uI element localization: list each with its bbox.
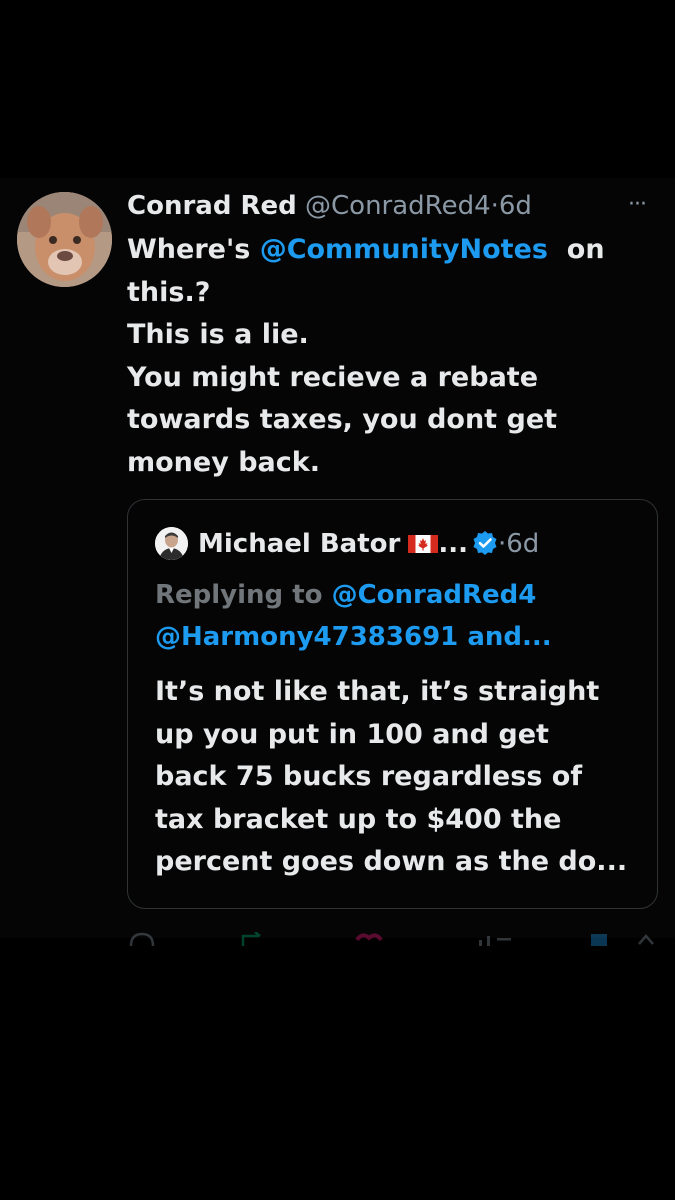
quote-line-5: percent goes down as the do... <box>155 846 628 877</box>
tweet-line-3: This is a lie. <box>127 319 309 350</box>
author-handle[interactable]: @ConradRed4 <box>305 191 491 221</box>
replying-to-label: Replying to <box>155 580 332 610</box>
tweet-line-1: Where's @CommunityNotes on <box>127 229 647 272</box>
replying-to-line-2: @Harmony47383691 and... <box>155 616 645 658</box>
author-name[interactable]: Conrad Red <box>127 191 297 221</box>
community-notes-mention[interactable]: @CommunityNotes <box>260 234 548 265</box>
tweet-body: Where's @CommunityNotes on this.? This i… <box>127 229 647 484</box>
views-icon[interactable] <box>477 932 517 946</box>
action-bar <box>127 926 657 946</box>
bookmark-icon[interactable] <box>589 932 611 946</box>
verified-badge-icon <box>473 531 497 555</box>
quote-header: Michael Bator ... ·6d <box>198 526 539 562</box>
reply-mention-harmony[interactable]: @Harmony47383691 and... <box>155 622 552 652</box>
quote-author-avatar[interactable] <box>155 527 188 560</box>
author-avatar[interactable] <box>17 192 112 287</box>
quote-body: It’s not like that, it’s straight up you… <box>155 671 645 884</box>
replying-to-line-1: Replying to @ConradRed4 <box>155 574 645 616</box>
tweet-line-5: towards taxes, you dont get <box>127 404 558 435</box>
repost-icon[interactable] <box>239 932 269 946</box>
tweet-text-segment: Where's <box>127 234 260 265</box>
tweet-text-segment: on <box>547 234 605 265</box>
quote-line-2: up you put in 100 and get <box>155 718 549 750</box>
tweet-line-2: this.? <box>127 276 211 308</box>
replying-to: Replying to @ConradRed4 @Harmony47383691… <box>155 574 645 658</box>
tweet-header: Conrad Red @ConradRed4·6d <box>127 188 647 224</box>
quote-line-4: tax bracket up to $400 the <box>155 803 562 835</box>
more-options-icon[interactable]: ··· <box>628 194 658 216</box>
quote-time[interactable]: 6d <box>506 529 539 559</box>
tweet-line-4: You might recieve a rebate <box>127 361 539 393</box>
share-icon[interactable] <box>637 932 655 946</box>
canada-flag-icon <box>408 535 439 553</box>
quote-name-ellipsis: ... <box>438 529 468 559</box>
quote-separator-dot: · <box>497 529 507 559</box>
tweet-line-6: money back. <box>127 446 320 478</box>
quote-line-3: back 75 bucks regardless of <box>155 761 583 792</box>
tweet-time[interactable]: 6d <box>499 191 532 221</box>
like-icon[interactable] <box>355 932 383 946</box>
separator-dot: · <box>490 191 499 221</box>
reply-icon[interactable] <box>129 932 155 946</box>
reply-mention-conradred4[interactable]: @ConradRed4 <box>332 580 537 610</box>
quote-line-1: It’s not like that, it’s straight <box>155 676 600 707</box>
quote-author-name[interactable]: Michael Bator <box>198 529 400 559</box>
